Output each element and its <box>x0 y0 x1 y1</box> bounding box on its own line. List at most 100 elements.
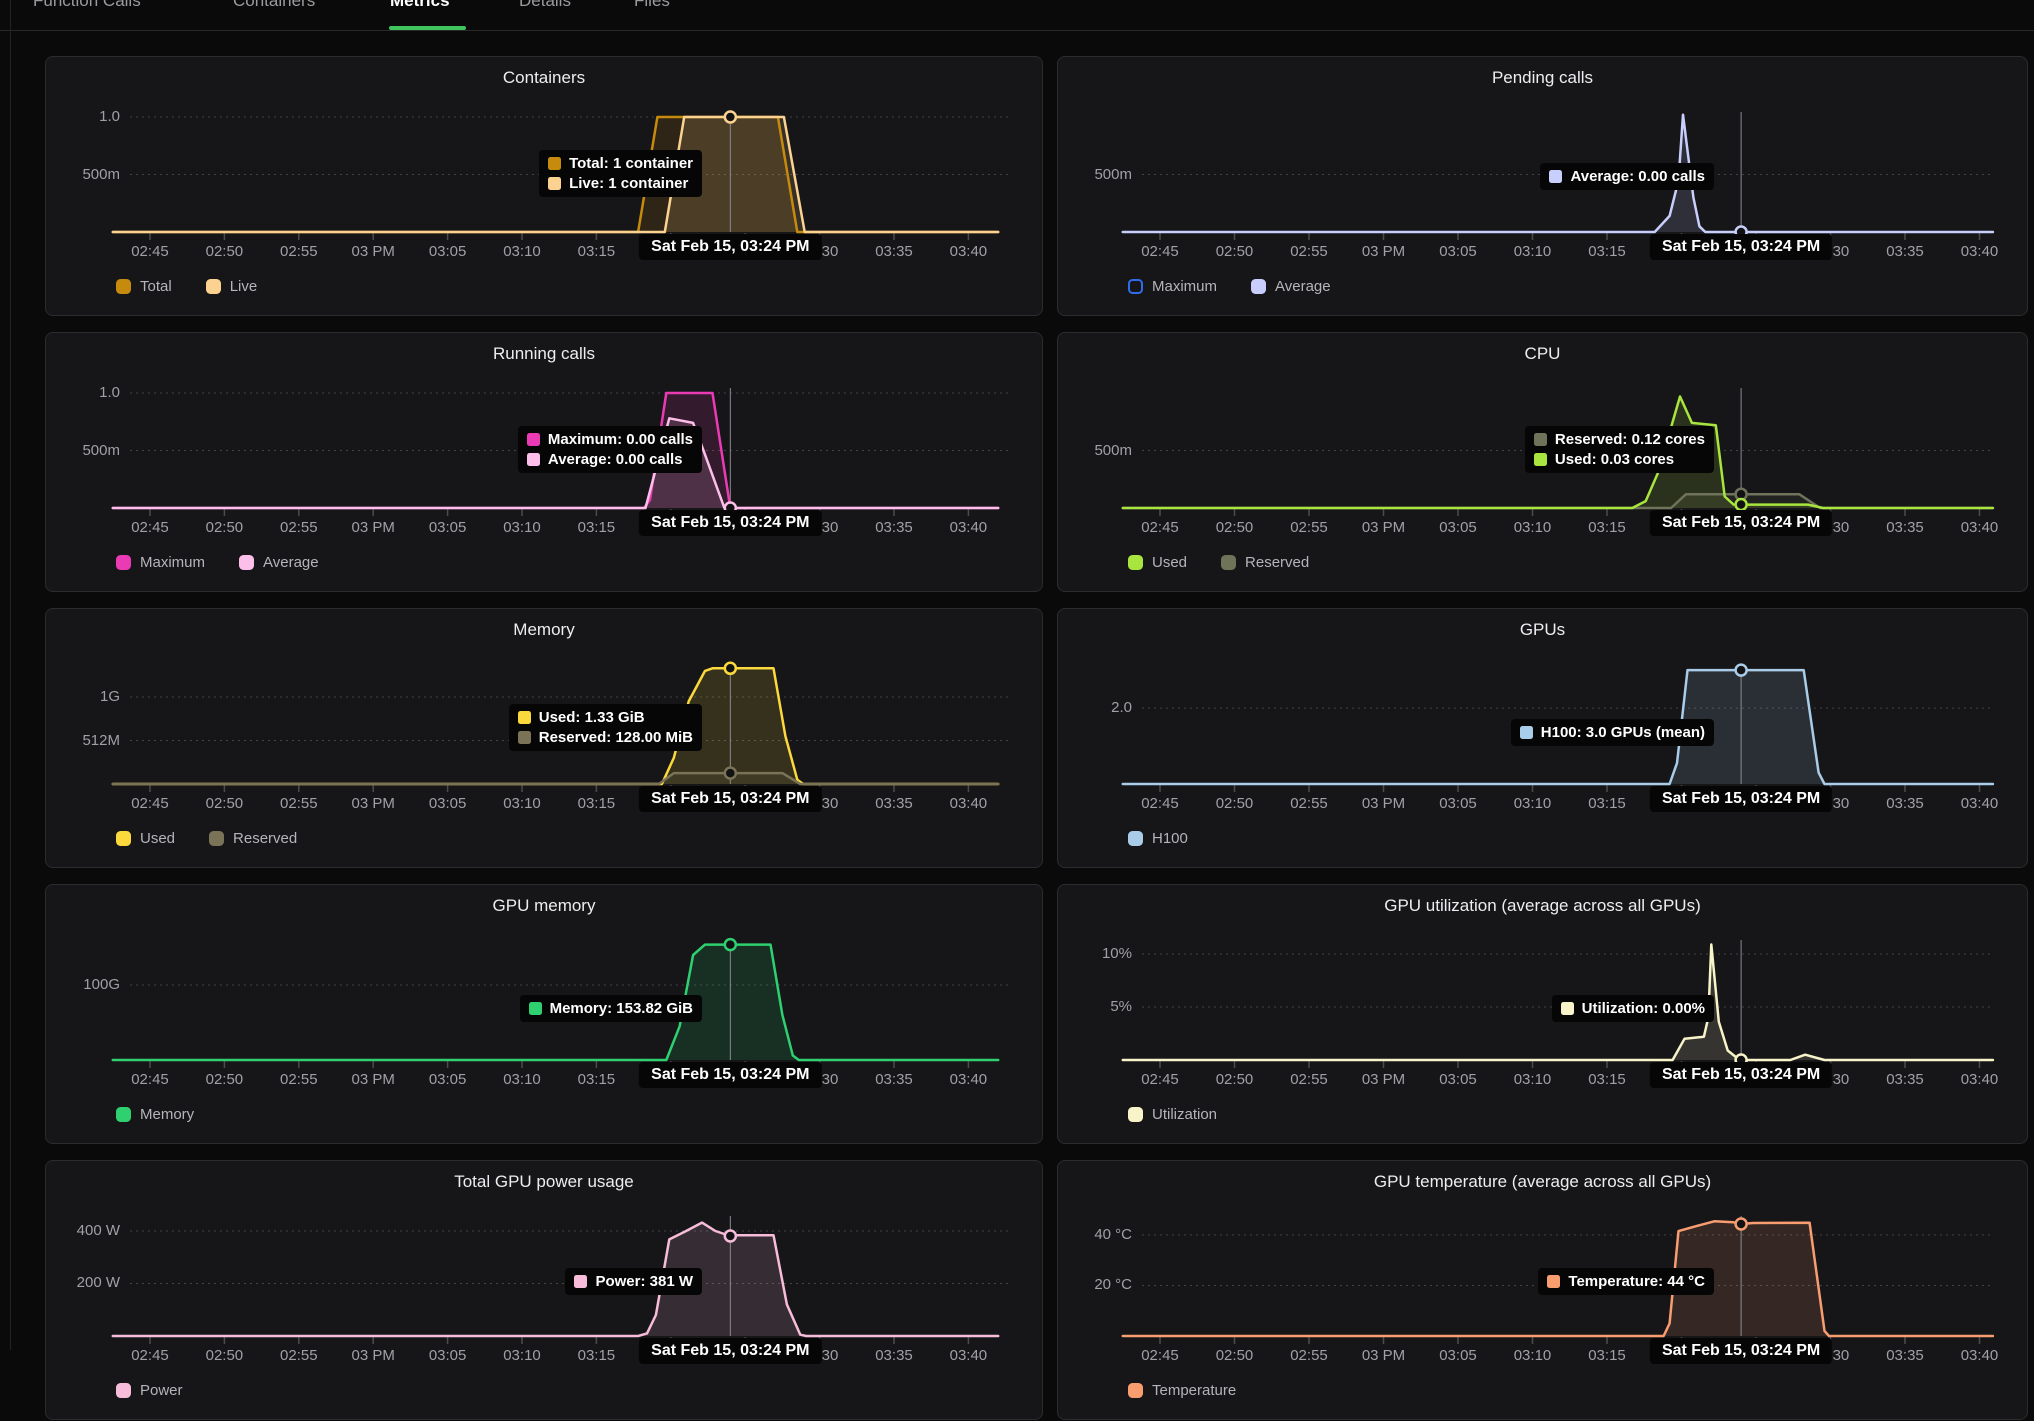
chart-legend: Power <box>116 1382 183 1399</box>
chart-card: GPU memory100G02:4502:5002:5503 PM03:050… <box>45 884 1043 1144</box>
tooltip-series-value: Average: 0.00 calls <box>548 451 683 468</box>
y-axis-label: 500m <box>1058 441 1132 461</box>
x-axis-label: 03:05 <box>413 795 483 812</box>
x-axis-label: 02:45 <box>115 243 185 260</box>
chart-tooltip: Power: 381 W <box>565 1268 702 1295</box>
chart-legend: Maximum Average <box>1128 278 1331 295</box>
tooltip-series-value: Reserved: 128.00 MiB <box>539 729 693 746</box>
legend-label: H100 <box>1152 830 1188 847</box>
x-axis-label: 02:55 <box>264 1071 334 1088</box>
tooltip-series-swatch <box>1520 726 1533 739</box>
legend-item-memory[interactable]: Memory <box>116 1106 194 1123</box>
tooltip-row: Temperature: 44 °C <box>1547 1273 1705 1290</box>
y-axis-label: 500m <box>46 441 120 461</box>
tooltip-series-swatch <box>527 453 540 466</box>
x-axis-label: 02:55 <box>264 795 334 812</box>
tooltip-row: Maximum: 0.00 calls <box>527 431 693 448</box>
x-axis-label: 02:50 <box>1200 1071 1270 1088</box>
legend-item-average[interactable]: Average <box>239 554 319 571</box>
tooltip-series-swatch <box>1547 1275 1560 1288</box>
chart-card: CPU500m02:4502:5002:5503 PM03:0503:1003:… <box>1057 332 2028 592</box>
tooltip-row: Total: 1 container <box>548 155 693 172</box>
x-axis-label: 03:35 <box>1870 243 1940 260</box>
x-axis-label: 02:50 <box>1200 243 1270 260</box>
chart-tooltip: Used: 1.33 GiBReserved: 128.00 MiB <box>509 704 702 751</box>
legend-item-reserved[interactable]: Reserved <box>1221 554 1309 571</box>
tooltip-series-value: Power: 381 W <box>595 1273 693 1290</box>
tab-details[interactable]: Details <box>519 0 571 11</box>
legend-item-live[interactable]: Live <box>206 278 258 295</box>
legend-label: Memory <box>140 1106 194 1123</box>
legend-label: Maximum <box>1152 278 1217 295</box>
x-axis-label: 03:15 <box>561 519 631 536</box>
legend-item-h100[interactable]: H100 <box>1128 830 1188 847</box>
tab-metrics[interactable]: Metrics <box>390 0 450 11</box>
x-axis-label: 03:35 <box>1870 519 1940 536</box>
x-axis-label: 02:55 <box>264 519 334 536</box>
y-axis-label: 1G <box>46 687 120 707</box>
tooltip-series-value: Maximum: 0.00 calls <box>548 431 693 448</box>
chart-tooltip: Utilization: 0.00% <box>1552 995 1714 1022</box>
legend-item-power[interactable]: Power <box>116 1382 183 1399</box>
chart-legend: Temperature <box>1128 1382 1236 1399</box>
legend-item-maximum[interactable]: Maximum <box>116 554 205 571</box>
chart-card: GPUs2.002:4502:5002:5503 PM03:0503:1003:… <box>1057 608 2028 868</box>
tooltip-series-swatch <box>518 711 531 724</box>
x-axis-label: 02:55 <box>1274 243 1344 260</box>
x-axis-label: 03:40 <box>1945 795 2015 812</box>
y-axis-label: 1.0 <box>46 383 120 403</box>
y-axis-label: 40 °C <box>1058 1225 1132 1245</box>
tooltip-series-swatch <box>548 157 561 170</box>
chart-legend: Memory <box>116 1106 194 1123</box>
x-axis-label: 03:05 <box>413 519 483 536</box>
tab-files[interactable]: Files <box>634 0 670 11</box>
chart-tooltip: H100: 3.0 GPUs (mean) <box>1511 719 1714 746</box>
chart-legend: Total Live <box>116 278 257 295</box>
y-axis-label: 200 W <box>46 1273 120 1293</box>
x-axis-label: 03:15 <box>1572 243 1642 260</box>
x-axis-label: 03:40 <box>1945 1071 2015 1088</box>
chart-card: Containers1.0500m02:4502:5002:5503 PM03:… <box>45 56 1043 316</box>
crosshair-date-tooltip: Sat Feb 15, 03:24 PM <box>1650 510 1832 536</box>
x-axis-label: 02:50 <box>189 519 259 536</box>
tooltip-series-swatch <box>1549 170 1562 183</box>
chart-card: Pending calls500m02:4502:5002:5503 PM03:… <box>1057 56 2028 316</box>
x-axis-label: 03 PM <box>338 795 408 812</box>
tooltip-series-value: H100: 3.0 GPUs (mean) <box>1541 724 1705 741</box>
legend-swatch <box>116 1383 131 1398</box>
legend-item-used[interactable]: Used <box>1128 554 1187 571</box>
x-axis-label: 03:05 <box>413 1071 483 1088</box>
legend-item-used[interactable]: Used <box>116 830 175 847</box>
tab-containers[interactable]: Containers <box>233 0 315 11</box>
tooltip-series-swatch <box>527 433 540 446</box>
chart-tooltip: Reserved: 0.12 coresUsed: 0.03 cores <box>1525 426 1714 473</box>
legend-item-average[interactable]: Average <box>1251 278 1331 295</box>
legend-item-total[interactable]: Total <box>116 278 172 295</box>
legend-item-temperature[interactable]: Temperature <box>1128 1382 1236 1399</box>
y-axis-label: 10% <box>1058 944 1132 964</box>
x-axis-label: 03 PM <box>1349 243 1419 260</box>
tooltip-series-value: Live: 1 container <box>569 175 688 192</box>
x-axis-label: 03:35 <box>859 1071 929 1088</box>
legend-item-reserved[interactable]: Reserved <box>209 830 297 847</box>
x-axis-label: 02:55 <box>264 243 334 260</box>
legend-swatch <box>1221 555 1236 570</box>
tab-function-calls[interactable]: Function Calls <box>33 0 141 11</box>
tooltip-series-swatch <box>529 1002 542 1015</box>
legend-item-utilization[interactable]: Utilization <box>1128 1106 1217 1123</box>
tooltip-series-value: Memory: 153.82 GiB <box>550 1000 693 1017</box>
legend-swatch <box>206 279 221 294</box>
chart-card: Running calls1.0500m02:4502:5002:5503 PM… <box>45 332 1043 592</box>
legend-label: Utilization <box>1152 1106 1217 1123</box>
y-axis-label: 2.0 <box>1058 698 1132 718</box>
x-axis-label: 03:05 <box>1423 519 1493 536</box>
chart-legend: H100 <box>1128 830 1188 847</box>
x-axis-label: 02:45 <box>115 795 185 812</box>
legend-label: Live <box>230 278 258 295</box>
x-axis-label: 02:45 <box>1125 1071 1195 1088</box>
legend-swatch <box>116 555 131 570</box>
legend-swatch <box>1128 555 1143 570</box>
tooltip-row: Average: 0.00 calls <box>527 451 693 468</box>
crosshair-date-tooltip: Sat Feb 15, 03:24 PM <box>1650 234 1832 260</box>
legend-item-maximum[interactable]: Maximum <box>1128 278 1217 295</box>
